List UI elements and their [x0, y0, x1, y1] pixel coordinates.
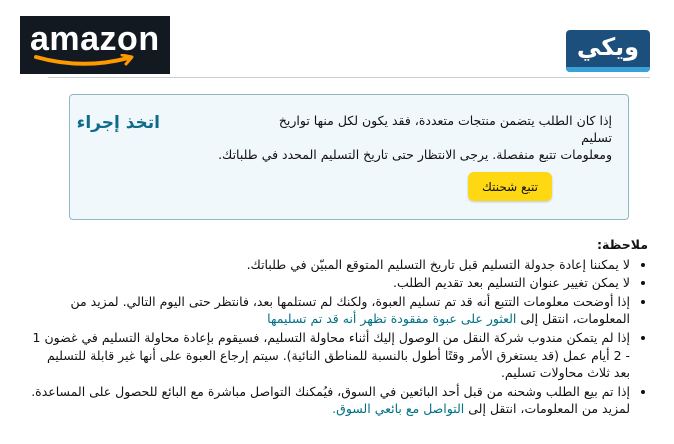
note-item-5-text: إذا تم بيع الطلب وشحنه من قبل أحد البائع…: [31, 383, 630, 417]
wiki-logo-text: ويكي: [576, 33, 640, 61]
contact-sellers-link[interactable]: التواصل مع بائعي السوق.: [332, 401, 464, 416]
action-alert: اتخذ إجراء إذا كان الطلب يتضمن منتجات مت…: [69, 94, 629, 220]
alert-heading: اتخذ إجراء: [76, 113, 160, 133]
note-item-3: إذا أوضحت معلومات التتبع أنه قد تم تسليم…: [28, 293, 630, 328]
wiki-logo: ويكي: [566, 30, 650, 72]
note-item-2: لا يمكن تغيير عنوان التسليم بعد تقديم ال…: [28, 274, 630, 292]
wiki-logo-stripe: [566, 67, 650, 72]
amazon-logo: amazon: [20, 16, 170, 74]
note-item-5: إذا تم بيع الطلب وشحنه من قبل أحد البائع…: [28, 383, 630, 418]
header-divider: [48, 77, 650, 78]
notes-section: ملاحظة: لا يمكننا إعادة جدولة التسليم قب…: [28, 236, 648, 419]
notes-title: ملاحظة:: [597, 237, 648, 252]
alert-text: إذا كان الطلب يتضمن منتجات متعددة، فقد ي…: [172, 112, 612, 163]
note-item-4: إذا لم يتمكن مندوب شركة النقل من الوصول …: [28, 329, 630, 382]
missing-package-link[interactable]: العثور على عبوة مفقودة تظهر أنه قد تم تس…: [267, 311, 516, 326]
alert-text-line1: إذا كان الطلب يتضمن منتجات متعددة، فقد ي…: [278, 113, 612, 145]
track-shipment-button[interactable]: تتبع شحنتك: [468, 172, 552, 201]
notes-list: لا يمكننا إعادة جدولة التسليم قبل تاريخ …: [28, 256, 648, 418]
note-item-1: لا يمكننا إعادة جدولة التسليم قبل تاريخ …: [28, 256, 630, 274]
amazon-smile-icon: [34, 54, 134, 66]
alert-text-rest: ومعلومات تتبع منفصلة. يرجى الانتظار حتى …: [218, 147, 612, 162]
